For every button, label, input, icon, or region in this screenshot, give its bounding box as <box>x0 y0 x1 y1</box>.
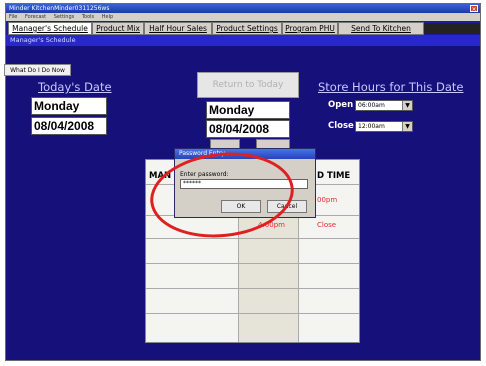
selected-date-field[interactable]: 08/04/2008 <box>206 120 290 138</box>
todays-date-label: Today's Date <box>38 80 112 94</box>
menu-help[interactable]: Help <box>102 14 113 20</box>
tab-product-mix[interactable]: Product Mix <box>92 22 144 35</box>
close-icon[interactable]: × <box>470 5 478 13</box>
open-label: Open <box>328 100 354 110</box>
tab-half-hour-sales[interactable]: Half Hour Sales <box>144 22 212 35</box>
selected-day-field: Monday <box>206 101 290 119</box>
title-bar: Minder KitchenMinder0311256ws × <box>6 4 480 13</box>
return-to-today-button[interactable]: Return to Today <box>197 72 299 98</box>
today-day-field: Monday <box>31 97 107 115</box>
grid-header-right: D TIME <box>317 171 351 181</box>
menu-forecast[interactable]: Forecast <box>25 14 46 20</box>
close-label: Close <box>328 121 354 131</box>
store-hours-label: Store Hours for This Date <box>318 80 464 94</box>
menu-file[interactable]: File <box>9 14 17 20</box>
chevron-down-icon[interactable]: ▼ <box>402 122 412 131</box>
menu-bar: File Forecast Settings Tools Help <box>6 13 480 21</box>
tab-managers-schedule[interactable]: Manager's Schedule <box>8 22 92 35</box>
tab-strip-filler <box>424 23 480 34</box>
grid-cell-close: Close <box>317 221 337 229</box>
open-time-select[interactable]: 06:00am ▼ <box>355 100 413 111</box>
what-do-i-do-now-button[interactable]: What Do I Do Now <box>4 64 71 76</box>
close-time-value: 12:00am <box>358 123 385 130</box>
tab-strip: Manager's Schedule Product Mix Half Hour… <box>6 21 480 44</box>
open-time-value: 06:00am <box>358 102 385 109</box>
tab-send-to-kitchen-minder[interactable]: Send To Kitchen Minder <box>338 22 424 44</box>
menu-tools[interactable]: Tools <box>82 14 94 20</box>
grid-cell-time: 00pm <box>317 196 338 204</box>
window-title: Minder KitchenMinder0311256ws <box>9 5 110 12</box>
grid-row-line <box>146 313 359 314</box>
chevron-down-icon[interactable]: ▼ <box>402 101 412 110</box>
tab-product-settings[interactable]: Product Settings <box>212 22 282 35</box>
today-date-field: 08/04/2008 <box>31 117 107 135</box>
menu-settings[interactable]: Settings <box>54 14 75 20</box>
grid-row-line <box>146 238 359 239</box>
section-header: Manager's Schedule <box>6 35 480 46</box>
grid-row-line <box>146 263 359 264</box>
grid-row-line <box>146 288 359 289</box>
close-time-select[interactable]: 12:00am ▼ <box>355 121 413 132</box>
tab-program-phu[interactable]: Program PHU <box>282 22 338 35</box>
